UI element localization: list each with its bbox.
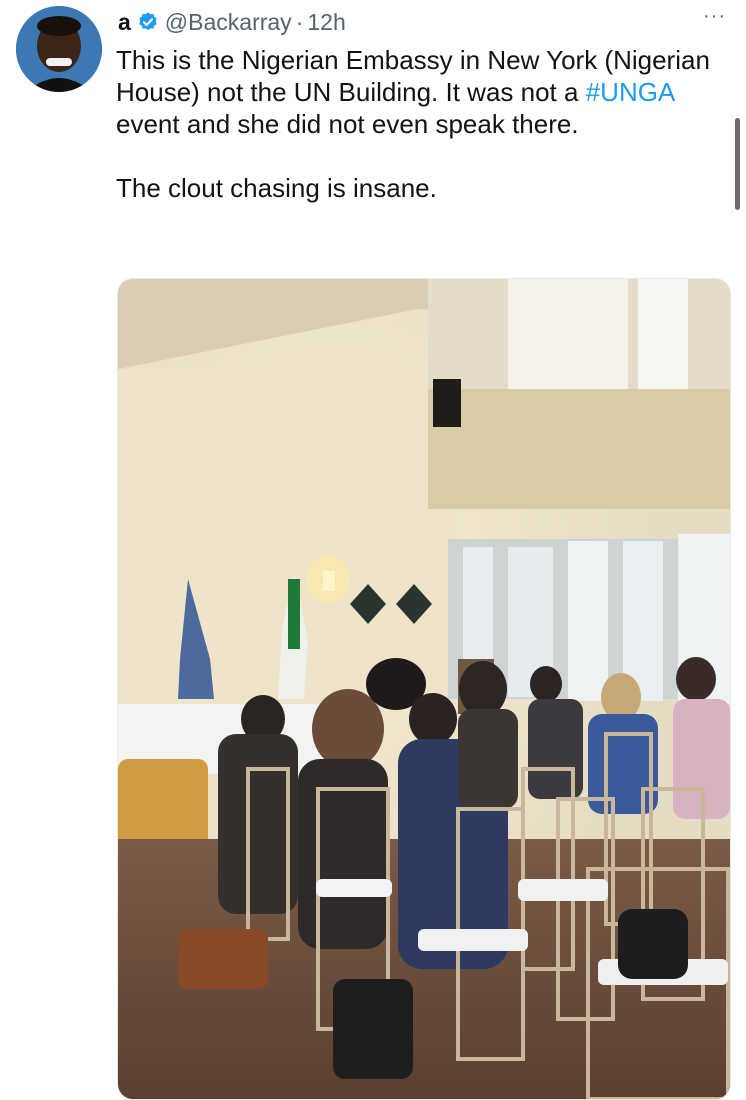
tweet-paragraph-1: This is the Nigerian Embassy in New York… bbox=[116, 44, 716, 140]
header-separator: · bbox=[295, 8, 304, 35]
tweet-header: a @Backarray · 12h bbox=[118, 8, 706, 36]
verified-badge-icon bbox=[137, 11, 159, 33]
tweet-text-part: event and she did not even speak there. bbox=[116, 109, 579, 139]
author-avatar[interactable] bbox=[16, 6, 102, 92]
more-options-icon[interactable]: ··· bbox=[703, 6, 726, 26]
author-handle[interactable]: @Backarray bbox=[165, 9, 292, 36]
timestamp[interactable]: 12h bbox=[307, 9, 345, 36]
tweet-text: This is the Nigerian Embassy in New York… bbox=[116, 44, 716, 204]
tweet-photo[interactable] bbox=[117, 278, 731, 1100]
room-photo bbox=[118, 279, 730, 1099]
tweet-paragraph-2: The clout chasing is insane. bbox=[116, 173, 437, 203]
hashtag-link[interactable]: #UNGA bbox=[586, 77, 674, 107]
avatar-photo bbox=[16, 6, 102, 92]
display-name[interactable]: a bbox=[118, 9, 131, 36]
scrollbar-thumb[interactable] bbox=[735, 118, 740, 210]
